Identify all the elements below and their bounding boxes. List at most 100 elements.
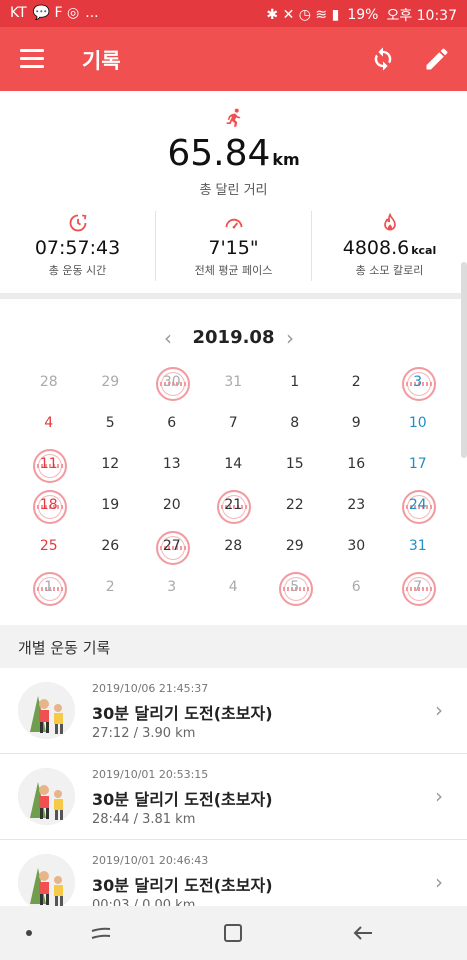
calendar-day[interactable]: 31 xyxy=(387,526,449,567)
calendar-day-number: 7 xyxy=(413,579,423,595)
calendar-day-number: 25 xyxy=(39,538,58,554)
calendar-day-number: 17 xyxy=(408,456,427,472)
workout-avatar-image xyxy=(18,854,75,911)
calendar-day[interactable]: 23 xyxy=(326,485,388,526)
calendar-day[interactable]: 2 xyxy=(80,567,142,608)
calendar-day[interactable]: 29 xyxy=(264,526,326,567)
calendar-day[interactable]: 5 xyxy=(80,403,142,444)
stat-label: 총 운동 시간 xyxy=(48,264,107,277)
calendar-day[interactable]: 7 xyxy=(203,403,265,444)
calendar-day-number: 4 xyxy=(228,579,238,595)
home-icon[interactable] xyxy=(220,920,246,946)
calendar-day[interactable]: 19 xyxy=(80,485,142,526)
calendar-day[interactable]: 1 xyxy=(18,567,80,608)
calendar-week-row: 25 26 27 28 29 30 31 xyxy=(18,526,449,567)
chevron-right-icon: › xyxy=(435,870,443,894)
app-bar: 기록 xyxy=(0,27,467,91)
record-title: 30분 달리기 도전(초보자) xyxy=(92,790,273,809)
calendar-day-number: 7 xyxy=(228,415,238,431)
scrollbar[interactable] xyxy=(461,262,467,458)
calendar-day-number: 13 xyxy=(162,456,181,472)
calendar-day[interactable]: 3 xyxy=(141,567,203,608)
calendar-day-number: 22 xyxy=(285,497,304,513)
record-summary: 27:12 / 3.90 km xyxy=(92,726,196,741)
next-month-chevron-icon[interactable]: › xyxy=(286,326,294,350)
calendar-day[interactable]: 28 xyxy=(203,526,265,567)
calendar-day-number: 11 xyxy=(39,456,58,472)
calendar-day-number: 30 xyxy=(162,374,181,390)
stat-calories: 4808.6 kcal 총 소모 칼로리 xyxy=(311,211,467,281)
flame-icon xyxy=(383,213,396,231)
calendar-day[interactable]: 5 xyxy=(264,567,326,608)
calendar-day[interactable]: 16 xyxy=(326,444,388,485)
calendar-day-number: 31 xyxy=(224,374,243,390)
calendar-day[interactable]: 27 xyxy=(141,526,203,567)
calendar-day[interactable]: 4 xyxy=(203,567,265,608)
record-list-item[interactable]: 2019/10/01 20:53:15 30분 달리기 도전(초보자) 28:44 … xyxy=(0,754,467,840)
calendar-day[interactable]: 26 xyxy=(80,526,142,567)
battery-label: 19% xyxy=(347,7,379,23)
calendar-day[interactable]: 10 xyxy=(387,403,449,444)
calendar-day-number: 5 xyxy=(290,579,300,595)
calendar-day[interactable]: 18 xyxy=(18,485,80,526)
workout-avatar-image xyxy=(18,768,75,825)
calendar-day[interactable]: 1 xyxy=(264,362,326,403)
calendar-day-number: 30 xyxy=(347,538,366,554)
record-date: 2019/10/01 20:53:15 xyxy=(92,768,209,781)
distance-value: 65.84 xyxy=(167,133,271,174)
calendar-day[interactable]: 28 xyxy=(18,362,80,403)
calendar-day-number: 27 xyxy=(162,538,181,554)
record-title: 30분 달리기 도전(초보자) xyxy=(92,876,273,895)
calendar-day[interactable]: 2 xyxy=(326,362,388,403)
records-header-label: 개별 운동 기록 xyxy=(18,639,111,657)
carrier-label: KT xyxy=(10,5,27,21)
calendar-day[interactable]: 3 xyxy=(387,362,449,403)
back-icon[interactable] xyxy=(350,920,376,946)
calendar-day[interactable]: 30 xyxy=(141,362,203,403)
calendar-day[interactable]: 8 xyxy=(264,403,326,444)
calendar-day[interactable]: 30 xyxy=(326,526,388,567)
stat-value: 7'15" xyxy=(208,237,259,259)
menu-icon[interactable] xyxy=(20,49,44,69)
calendar-day[interactable]: 21 xyxy=(203,485,265,526)
calendar-day-number: 6 xyxy=(351,579,361,595)
calendar-grid: 28 29 30 31 1 2 3 4 5 6 7 8 9 10 11 12 13 14 15 16 17 18 19 20 2… xyxy=(18,362,449,608)
calendar-week-row: 18 19 20 21 22 23 24 xyxy=(18,485,449,526)
calendar-day-number: 3 xyxy=(413,374,423,390)
record-date: 2019/10/01 20:46:43 xyxy=(92,854,209,867)
runner-icon xyxy=(226,108,241,127)
calendar-day[interactable]: 4 xyxy=(18,403,80,444)
calendar-day[interactable]: 22 xyxy=(264,485,326,526)
calendar-day[interactable]: 17 xyxy=(387,444,449,485)
calendar-day[interactable]: 20 xyxy=(141,485,203,526)
calendar-day-number: 2 xyxy=(105,579,115,595)
sync-icon[interactable] xyxy=(369,45,397,73)
calendar-day[interactable]: 31 xyxy=(203,362,265,403)
calendar-day-number: 28 xyxy=(224,538,243,554)
calendar-day[interactable]: 11 xyxy=(18,444,80,485)
calendar-day[interactable]: 7 xyxy=(387,567,449,608)
calendar-day-number: 19 xyxy=(101,497,120,513)
calendar-day-number: 23 xyxy=(347,497,366,513)
calendar-day-number: 6 xyxy=(167,415,177,431)
calendar-day[interactable]: 6 xyxy=(326,567,388,608)
calendar-day[interactable]: 15 xyxy=(264,444,326,485)
calendar-day[interactable]: 14 xyxy=(203,444,265,485)
calendar-day[interactable]: 9 xyxy=(326,403,388,444)
calendar-day[interactable]: 12 xyxy=(80,444,142,485)
calendar-month-label: 2019.08 xyxy=(192,327,275,348)
chevron-right-icon: › xyxy=(435,698,443,722)
calendar-day-number: 15 xyxy=(285,456,304,472)
distance-unit: km xyxy=(272,150,300,169)
calendar-day[interactable]: 29 xyxy=(80,362,142,403)
calendar-day[interactable]: 25 xyxy=(18,526,80,567)
summary-panel: 65.84 km 총 달린 거리 07:57:43 총 운동 시간 7'15" 전… xyxy=(0,91,467,291)
chevron-right-icon: › xyxy=(435,784,443,808)
calendar-day[interactable]: 13 xyxy=(141,444,203,485)
edit-icon[interactable] xyxy=(423,45,451,73)
calendar-day[interactable]: 6 xyxy=(141,403,203,444)
recent-apps-icon[interactable] xyxy=(88,920,114,946)
calendar-day[interactable]: 24 xyxy=(387,485,449,526)
dot-icon[interactable] xyxy=(26,930,32,936)
record-list-item[interactable]: 2019/10/06 21:45:37 30분 달리기 도전(초보자) 27:12 … xyxy=(0,668,467,754)
